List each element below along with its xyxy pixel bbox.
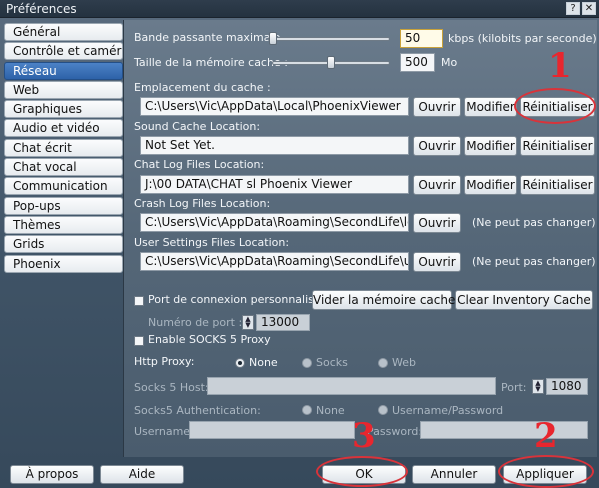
tab-themes[interactable]: Thèmes — [4, 215, 123, 234]
tab-communication[interactable]: Communication — [4, 177, 123, 196]
socks-auth-none-label: None — [316, 404, 345, 417]
tab-audio-video[interactable]: Audio et vidéo — [4, 119, 123, 138]
tab-camera-controls[interactable]: Contrôle et caméra — [4, 42, 123, 61]
http-proxy-web-radio — [378, 358, 388, 368]
socks-port-spinner-icon: ▲ ▼ — [532, 379, 544, 394]
socks-auth-userpass-radio — [378, 405, 388, 415]
annotation-number-1: 1 — [548, 46, 572, 86]
tab-grids[interactable]: Grids — [4, 235, 123, 254]
bandwidth-label: Bande passante maximale — [134, 31, 281, 44]
help-button[interactable]: Aide — [100, 465, 184, 484]
chat-log-modify-button[interactable]: Modifier — [464, 175, 517, 195]
cache-size-value-field[interactable]: 500 — [400, 53, 435, 72]
annotation-number-2: 2 — [534, 416, 558, 456]
cancel-button[interactable]: Annuler — [412, 465, 496, 484]
socks-auth-userpass-label: Username/Password — [392, 404, 504, 417]
tab-popups[interactable]: Pop-ups — [4, 196, 123, 215]
annotation-oval-reset — [514, 88, 596, 124]
cache-open-button[interactable]: Ouvrir — [413, 97, 461, 117]
username-field — [189, 421, 355, 439]
chat-log-label: Chat Log Files Location: — [134, 158, 265, 171]
tab-phoenix[interactable]: Phoenix — [4, 254, 123, 273]
socks-port-field: 1080 — [546, 378, 588, 395]
sound-cache-open-button[interactable]: Ouvrir — [413, 136, 461, 156]
port-number-label: Numéro de port : — [148, 316, 243, 329]
cache-size-label: Taille de la mémoire cache : — [134, 56, 288, 69]
sound-cache-modify-button[interactable]: Modifier — [464, 136, 517, 156]
http-proxy-none-radio[interactable] — [235, 358, 245, 368]
preferences-tab-list: Général Contrôle et caméra Réseau Web Gr… — [4, 23, 123, 274]
clear-inventory-cache-button[interactable]: Clear Inventory Cache — [455, 290, 593, 310]
http-proxy-socks-radio — [302, 358, 312, 368]
socks-port-label: Port: — [501, 381, 527, 394]
cache-size-slider-handle[interactable] — [327, 56, 335, 69]
crash-log-field: C:\Users\Vic\AppData\Roaming\SecondLife\… — [140, 213, 409, 232]
user-settings-field: C:\Users\Vic\AppData\Roaming\SecondLife\… — [140, 252, 409, 271]
sound-cache-field[interactable]: Not Set Yet. — [140, 136, 409, 155]
user-settings-note: (Ne peut pas changer) — [472, 255, 596, 268]
chat-log-reset-button[interactable]: Réinitialiser — [520, 175, 595, 195]
cache-size-unit: Mo — [441, 56, 458, 69]
title-bar: Préférences ? ✕ — [0, 0, 599, 18]
crash-log-label: Crash Log Files Location: — [134, 197, 271, 210]
help-icon[interactable]: ? — [566, 2, 580, 15]
bandwidth-slider[interactable] — [268, 37, 390, 41]
custom-port-checkbox[interactable] — [134, 296, 144, 306]
port-spinner-icon: ▲ ▼ — [242, 315, 254, 330]
bandwidth-slider-handle[interactable] — [269, 32, 278, 45]
tab-general[interactable]: Général — [4, 23, 123, 41]
tab-text-chat[interactable]: Chat écrit — [4, 138, 123, 157]
user-settings-label: User Settings Files Location: — [134, 236, 290, 249]
cache-location-field[interactable]: C:\Users\Vic\AppData\Local\PhoenixViewer — [140, 97, 409, 116]
http-proxy-web-label: Web — [392, 356, 416, 369]
custom-port-label: Port de connexion personnalisé — [148, 293, 321, 306]
socks-host-field — [207, 377, 496, 395]
socks-proxy-checkbox[interactable] — [134, 336, 144, 346]
annotation-oval-ok — [316, 456, 408, 487]
sound-cache-label: Sound Cache Location: — [134, 120, 261, 133]
crash-log-open-button[interactable]: Ouvrir — [413, 213, 461, 233]
bandwidth-value-field[interactable]: 50 — [400, 29, 443, 48]
tab-web[interactable]: Web — [4, 80, 123, 99]
window-title: Préférences — [6, 2, 77, 16]
user-settings-open-button[interactable]: Ouvrir — [413, 252, 461, 272]
tab-voice-chat[interactable]: Chat vocal — [4, 158, 123, 177]
port-number-field: 13000 — [256, 314, 310, 331]
chat-log-field[interactable]: J:\00 DATA\CHAT sl Phoenix Viewer — [140, 175, 409, 194]
socks-host-label: Socks 5 Host: — [134, 381, 209, 394]
annotation-number-3: 3 — [352, 416, 376, 456]
annotation-oval-apply — [498, 455, 594, 488]
tab-network[interactable]: Réseau — [4, 61, 123, 80]
cache-modify-button[interactable]: Modifier — [464, 97, 517, 117]
http-proxy-label: Http Proxy: — [134, 355, 195, 368]
crash-log-note: (Ne peut pas changer) — [472, 216, 596, 229]
socks-auth-none-radio — [302, 405, 312, 415]
sound-cache-reset-button[interactable]: Réinitialiser — [520, 136, 595, 156]
password-field — [420, 421, 588, 439]
socks-auth-label: Socks5 Authentication: — [134, 404, 261, 417]
tab-graphics[interactable]: Graphiques — [4, 100, 123, 119]
bandwidth-unit: kbps (kilobits par seconde) — [448, 32, 597, 45]
http-proxy-socks-label: Socks — [316, 356, 348, 369]
clear-cache-button[interactable]: Vider la mémoire cache — [312, 290, 455, 310]
about-button[interactable]: À propos — [10, 465, 94, 484]
chat-log-open-button[interactable]: Ouvrir — [413, 175, 461, 195]
cache-location-label: Emplacement du cache : — [134, 81, 271, 94]
close-icon[interactable]: ✕ — [582, 2, 596, 15]
socks-proxy-label: Enable SOCKS 5 Proxy — [148, 333, 271, 346]
username-label: Username: — [134, 425, 194, 438]
http-proxy-none-label: None — [249, 356, 278, 369]
